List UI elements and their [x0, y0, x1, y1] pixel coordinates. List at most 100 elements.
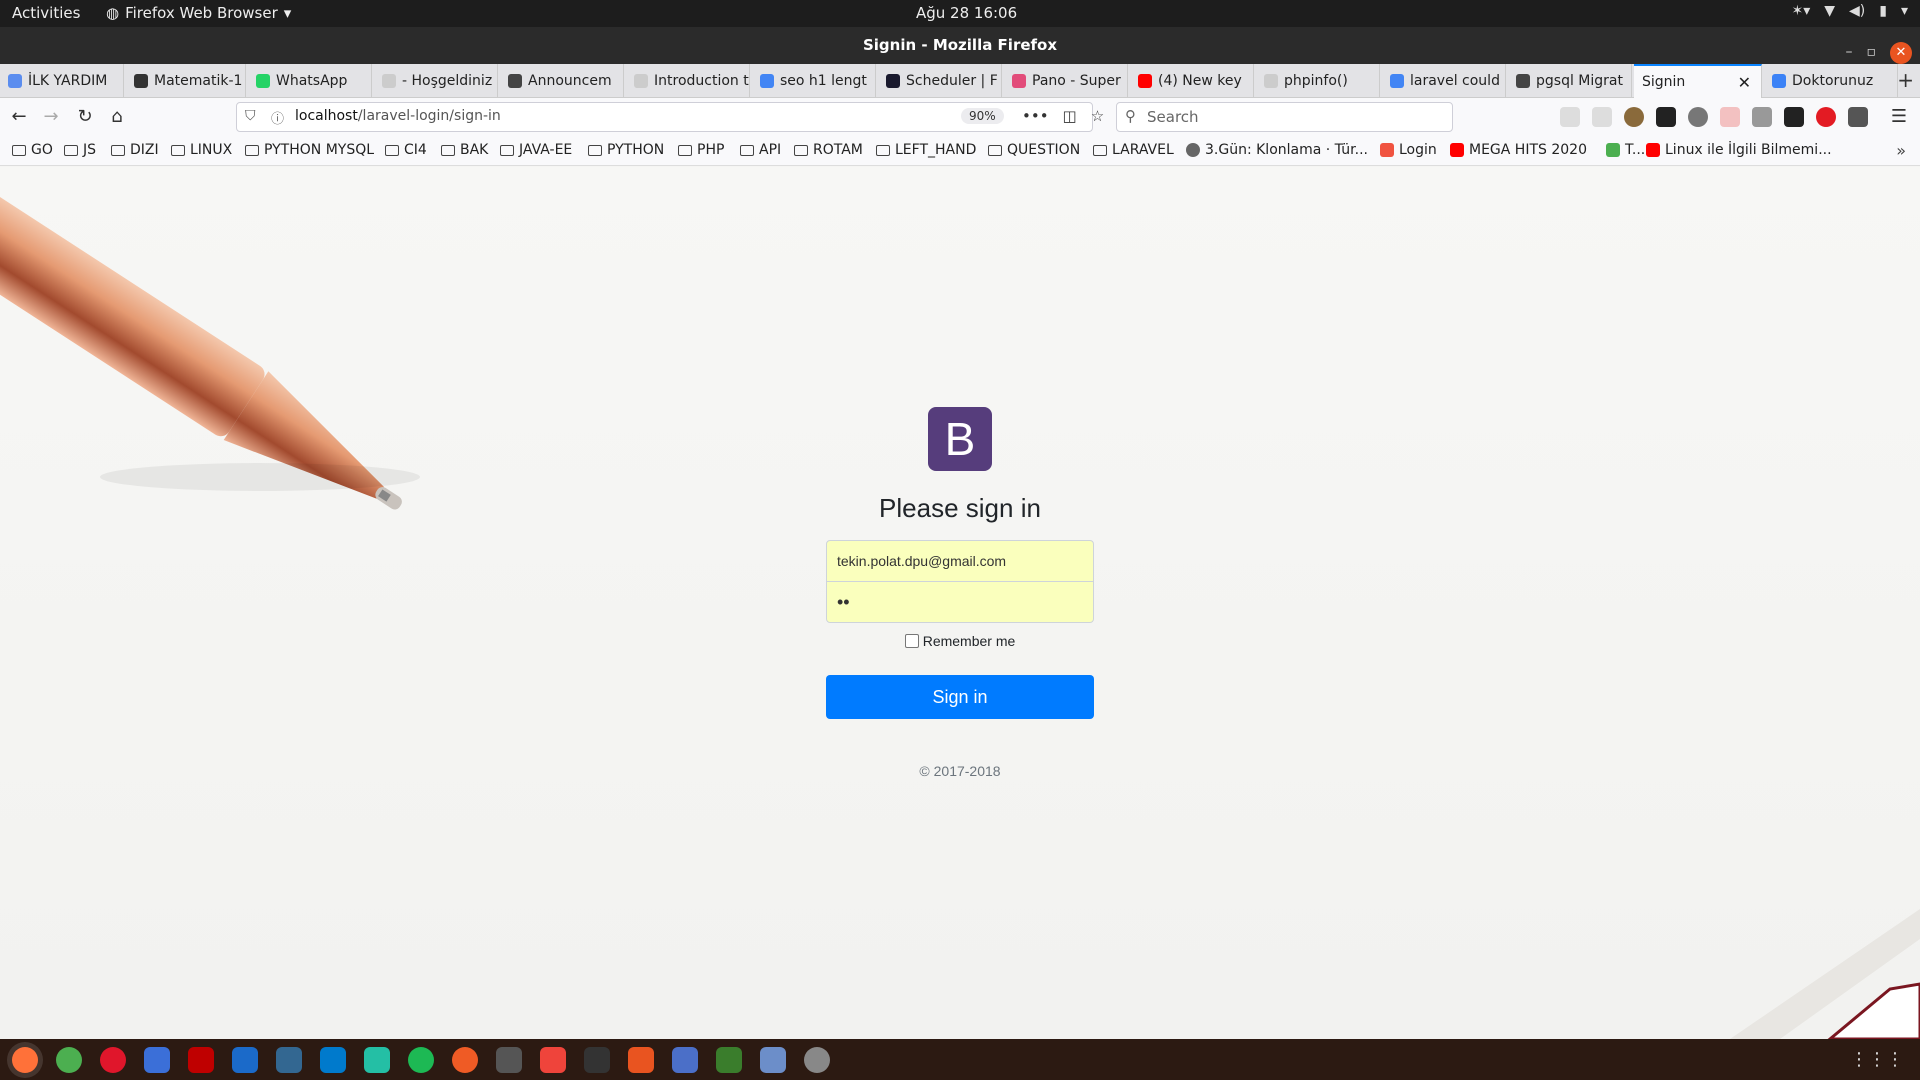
extension-globe-icon[interactable] — [1688, 107, 1708, 127]
new-tab-button[interactable]: + — [1897, 68, 1914, 92]
tab-8[interactable]: Pano - Super — [1004, 64, 1128, 98]
chrome-icon[interactable] — [56, 1047, 82, 1073]
bookmark-4[interactable]: PYTHON MYSQL — [245, 142, 374, 158]
battery-icon[interactable]: ▮ — [1879, 3, 1887, 19]
anydesk-icon[interactable] — [540, 1047, 566, 1073]
bookmark-12[interactable]: LEFT_HAND — [876, 142, 976, 158]
back-button[interactable]: ← — [6, 104, 32, 130]
tab-0[interactable]: İLK YARDIM — [0, 64, 124, 98]
tab-14[interactable]: Doktorunuz — [1764, 64, 1898, 98]
extension-cookie-icon[interactable] — [1624, 107, 1644, 127]
adblock-plus-icon[interactable] — [1816, 107, 1836, 127]
vscode-insiders-icon[interactable] — [364, 1047, 390, 1073]
teams-icon[interactable] — [672, 1047, 698, 1073]
bookmark-19[interactable]: Linux ile İlgili Bilmemi... — [1646, 142, 1832, 158]
bookmark-9[interactable]: PHP — [678, 142, 724, 158]
tracking-shield-icon[interactable]: ⛉ — [245, 108, 256, 124]
accessibility-icon[interactable]: ✶▾ — [1791, 3, 1810, 19]
signin-form: B Please sign in Remember me Sign in © 2… — [826, 407, 1094, 779]
bookmark-5[interactable]: CI4 — [385, 142, 427, 158]
tab-2[interactable]: WhatsApp — [248, 64, 372, 98]
activities-button[interactable]: Activities — [12, 4, 80, 22]
tab-7[interactable]: Scheduler | F — [878, 64, 1002, 98]
bookmark-7[interactable]: JAVA-EE — [500, 142, 572, 158]
site-info-icon[interactable]: ⓘ — [271, 108, 284, 127]
sidebar-icon[interactable] — [1592, 107, 1612, 127]
tab-13[interactable]: Signin ✕ — [1634, 64, 1762, 98]
bookmark-star-icon[interactable]: ☆ — [1091, 107, 1104, 125]
bookmark-8[interactable]: PYTHON — [588, 142, 664, 158]
tab-10[interactable]: phpinfo() — [1256, 64, 1380, 98]
home-button[interactable]: ⌂ — [104, 104, 130, 130]
spotify-icon[interactable] — [408, 1047, 434, 1073]
tray-menu-chevron-icon[interactable]: ▾ — [1901, 3, 1908, 19]
bookmark-15[interactable]: 3.Gün: Klonlama · Tür... — [1186, 142, 1368, 158]
close-tab-icon[interactable]: ✕ — [1738, 73, 1751, 92]
bookmark-13[interactable]: QUESTION — [988, 142, 1080, 158]
email-field[interactable] — [826, 540, 1094, 582]
firefox-icon[interactable] — [12, 1047, 38, 1073]
bookmark-0[interactable]: GO — [12, 142, 53, 158]
reload-button[interactable]: ↻ — [72, 104, 98, 130]
user-icon — [8, 74, 22, 88]
settings-wheel-icon[interactable] — [804, 1047, 830, 1073]
tab-1[interactable]: Matematik-1 — [126, 64, 246, 98]
show-applications-icon[interactable]: ⋮⋮⋮ — [1850, 1049, 1904, 1070]
zoom-indicator[interactable]: 90% — [961, 108, 1004, 124]
extension-dark-icon[interactable] — [1656, 107, 1676, 127]
system-tray[interactable]: ✶▾ ▼ ◀) ▮ ▾ — [1791, 3, 1908, 19]
tab-4[interactable]: Announcem — [500, 64, 624, 98]
password-field[interactable] — [826, 581, 1094, 623]
vscode-icon[interactable] — [320, 1047, 346, 1073]
wifi-icon[interactable]: ▼ — [1824, 3, 1835, 19]
bookmark-14[interactable]: LARAVEL — [1093, 142, 1174, 158]
bookmark-1[interactable]: JS — [64, 142, 96, 158]
tab-5[interactable]: Introduction to — [626, 64, 750, 98]
system-monitor-icon[interactable] — [496, 1047, 522, 1073]
postgres-icon[interactable] — [276, 1047, 302, 1073]
opera-icon[interactable] — [100, 1047, 126, 1073]
url-bar[interactable]: ⛉ ⓘ localhost/laravel-login/sign-in 90% … — [236, 102, 1104, 132]
remember-me[interactable]: Remember me — [826, 633, 1094, 649]
extension-grid-icon[interactable] — [1784, 107, 1804, 127]
bookmark-18[interactable]: T... — [1606, 142, 1645, 158]
extension-archive-icon[interactable] — [1752, 107, 1772, 127]
notes-icon[interactable] — [760, 1047, 786, 1073]
tab-12[interactable]: pgsql Migrat — [1508, 64, 1632, 98]
software-center-icon[interactable] — [628, 1047, 654, 1073]
filezilla-icon[interactable] — [188, 1047, 214, 1073]
inkscape-icon[interactable] — [716, 1047, 742, 1073]
clock[interactable]: Ağu 28 16:06 — [916, 4, 1017, 22]
extension-badge-icon[interactable] — [1720, 107, 1740, 127]
tab-6[interactable]: seo h1 lengt — [752, 64, 876, 98]
du-icon — [1772, 74, 1786, 88]
terminal-icon[interactable] — [584, 1047, 610, 1073]
netbeans-icon[interactable] — [232, 1047, 258, 1073]
bookmark-2[interactable]: DIZI — [111, 142, 159, 158]
volume-icon[interactable]: ◀) — [1849, 3, 1865, 19]
library-icon[interactable] — [1560, 107, 1580, 127]
postman-icon[interactable] — [452, 1047, 478, 1073]
bookmark-16[interactable]: Login — [1380, 142, 1437, 158]
tab-9[interactable]: (4) New key — [1130, 64, 1254, 98]
bookmark-3[interactable]: LINUX — [171, 142, 232, 158]
tab-3[interactable]: - Hoşgeldiniz - A — [374, 64, 498, 98]
signin-button[interactable]: Sign in — [826, 675, 1094, 719]
app-menu[interactable]: ◍ Firefox Web Browser ▾ — [106, 4, 291, 22]
url-text[interactable]: localhost/laravel-login/sign-in — [295, 108, 501, 124]
hamburger-menu-icon[interactable]: ☰ — [1886, 104, 1912, 130]
bookmark-11[interactable]: ROTAM — [794, 142, 863, 158]
page-actions-icon[interactable]: ••• — [1022, 107, 1049, 125]
tab-11[interactable]: laravel could — [1382, 64, 1506, 98]
bookmark-10[interactable]: API — [740, 142, 781, 158]
bookmark-17[interactable]: MEGA HITS 2020 — [1450, 142, 1587, 158]
extension-pen-icon[interactable] — [1848, 107, 1868, 127]
remember-me-checkbox[interactable] — [904, 634, 919, 648]
search-bar[interactable]: ⚲ Search — [1116, 102, 1453, 132]
forward-button[interactable]: → — [38, 104, 64, 130]
bookmark-6[interactable]: BAK — [441, 142, 488, 158]
pocket-icon[interactable]: ◫ — [1063, 107, 1077, 125]
text-editor-icon[interactable] — [144, 1047, 170, 1073]
bookmarks-overflow-icon[interactable]: » — [1896, 141, 1906, 160]
close-window-button[interactable]: ✕ — [1890, 41, 1912, 64]
